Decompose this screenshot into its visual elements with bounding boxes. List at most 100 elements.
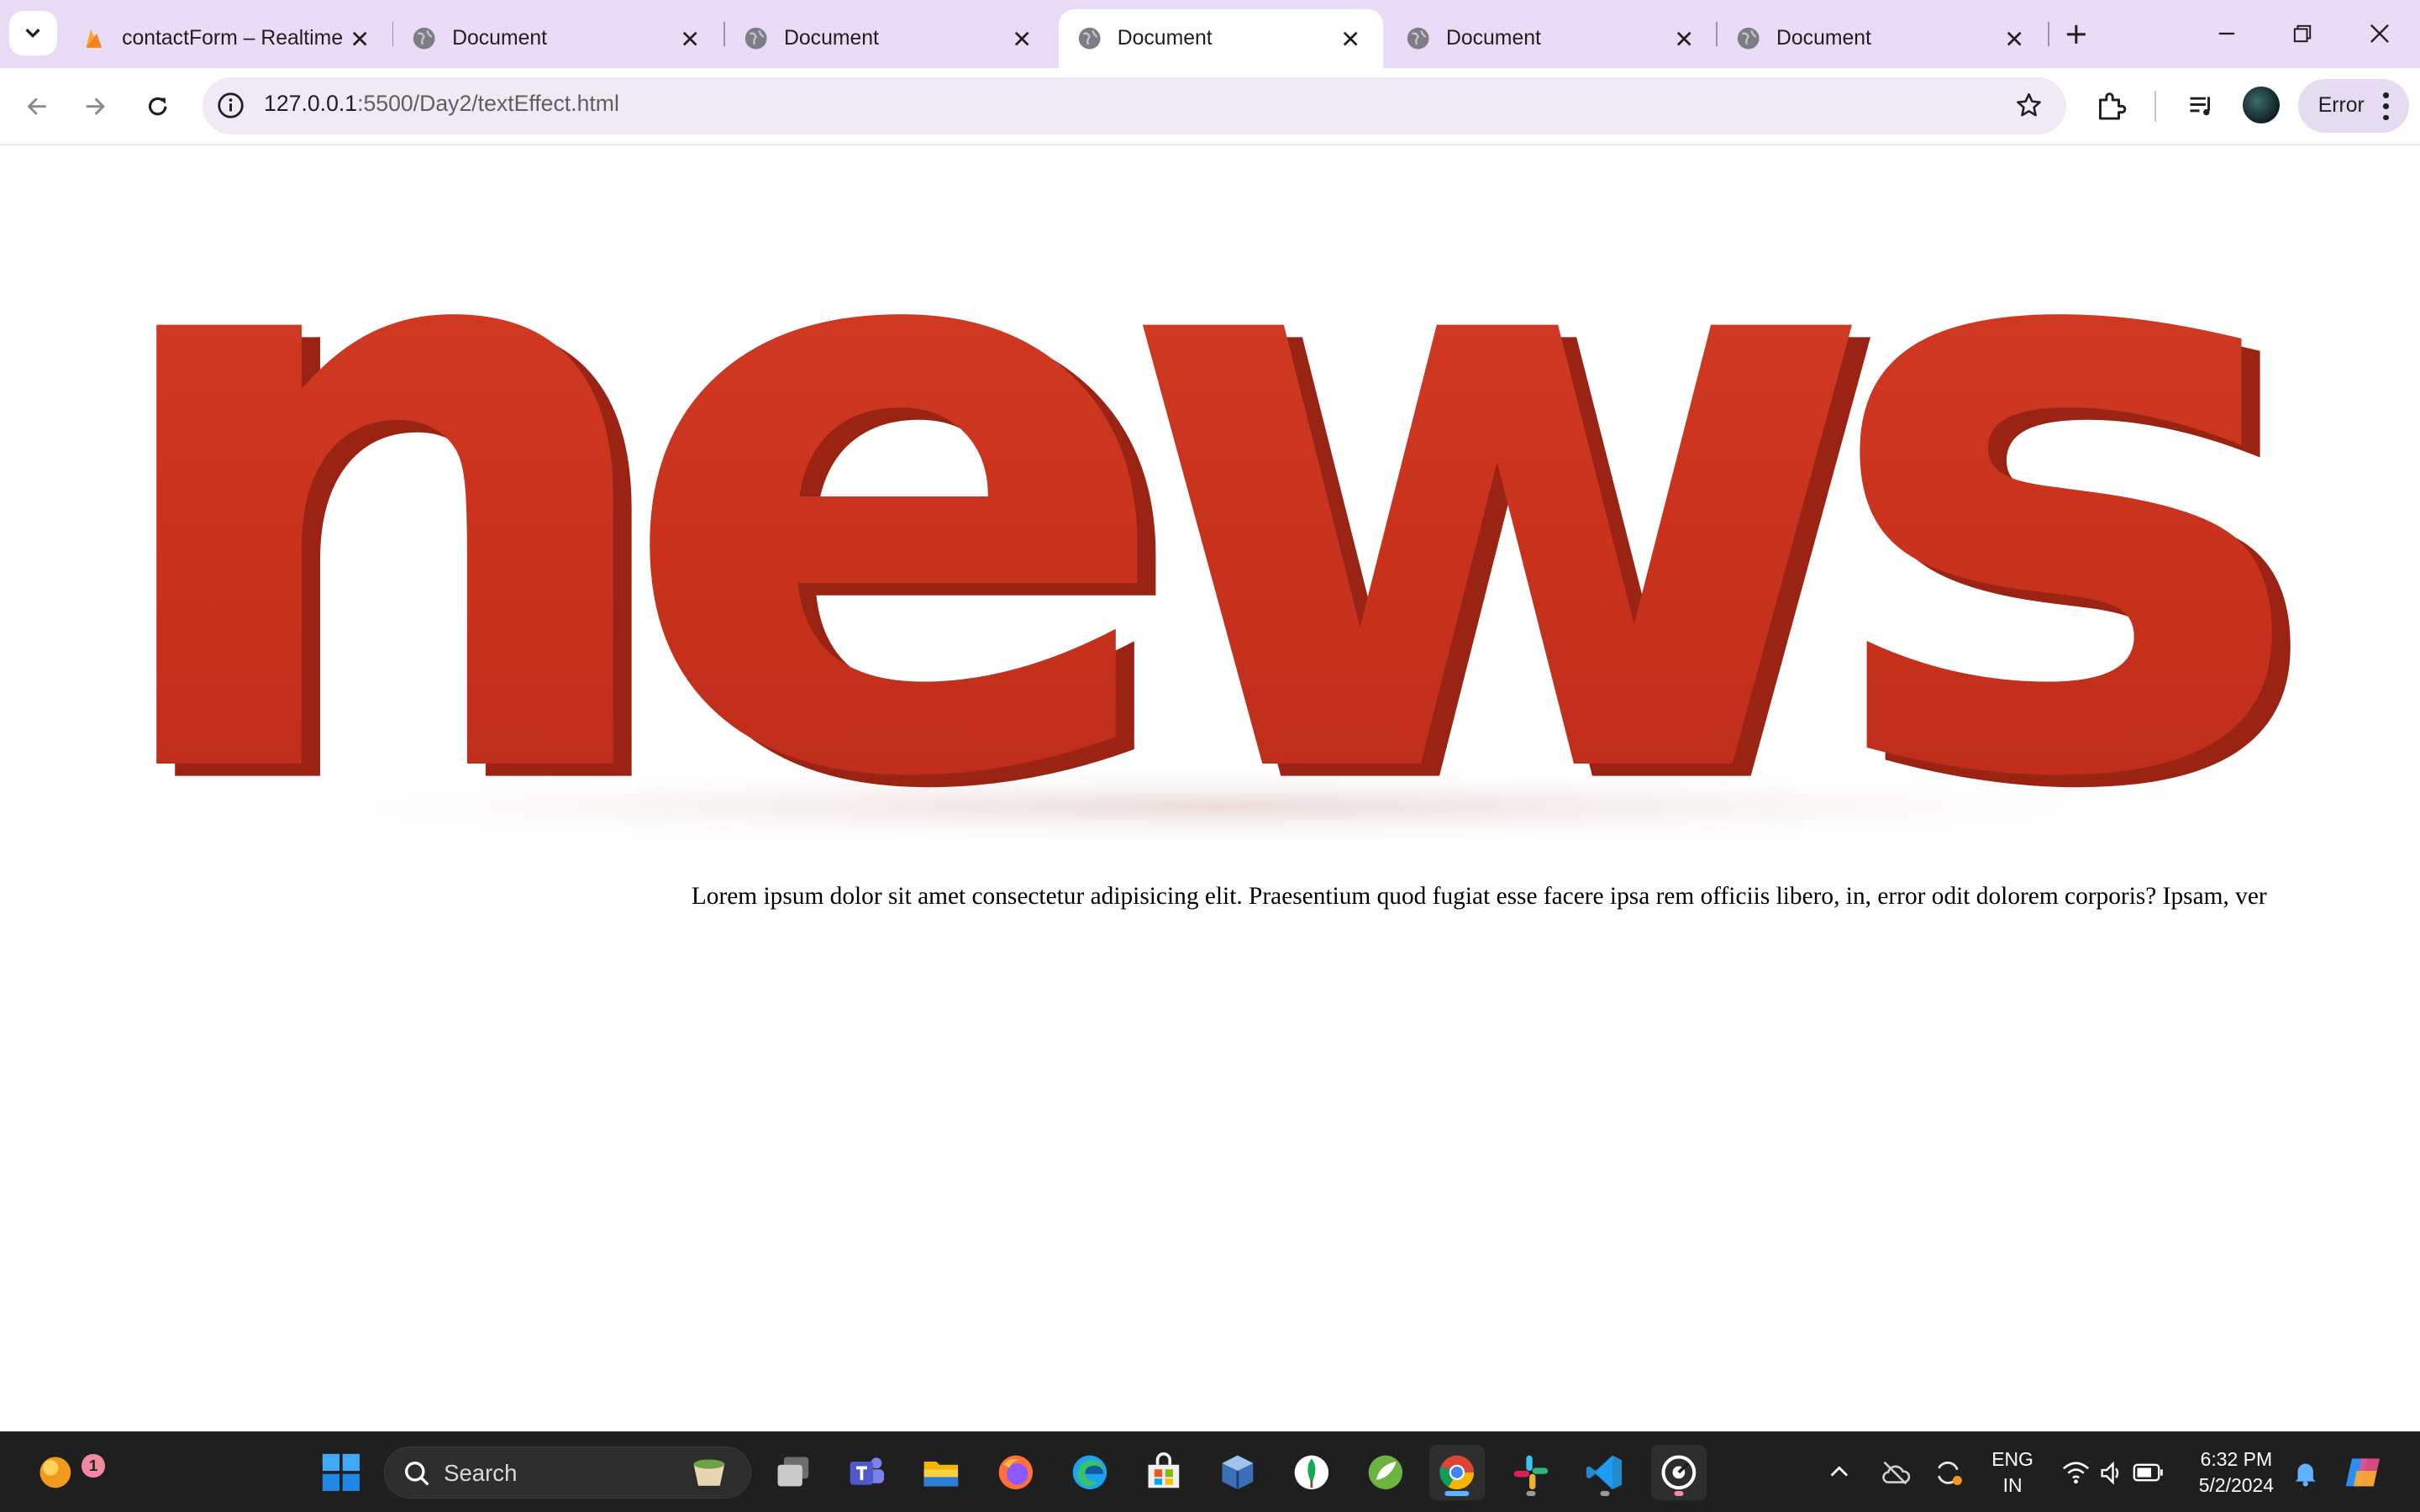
tab-document-active[interactable]: Document: [1058, 9, 1383, 68]
edge-button[interactable]: [1062, 1445, 1118, 1500]
site-info-icon[interactable]: [214, 90, 247, 123]
bell-icon: [2296, 1463, 2316, 1487]
running-app-indicator: [1674, 1491, 1684, 1496]
windows-start-icon: [322, 1454, 360, 1492]
vscode-button[interactable]: [1577, 1445, 1633, 1500]
restore-button[interactable]: [2284, 15, 2321, 52]
globe-icon: [413, 28, 435, 50]
tab-document-4[interactable]: Document: [1387, 9, 1716, 68]
running-app-indicator: [1526, 1491, 1536, 1496]
notifications-button[interactable]: [2287, 1445, 2324, 1500]
search-label: Search: [444, 1459, 518, 1486]
close-icon[interactable]: [345, 24, 373, 52]
virtualbox-icon: [1222, 1455, 1254, 1490]
slack-button[interactable]: [1503, 1445, 1559, 1500]
start-button[interactable]: [313, 1445, 369, 1500]
microsoft-store-icon: [1148, 1452, 1180, 1488]
arrow-left-icon: [27, 97, 47, 115]
tab-contact-form[interactable]: contactForm – Realtime: [63, 9, 392, 68]
tab-document-2[interactable]: Document: [725, 9, 1054, 68]
language-indicator[interactable]: ENG IN: [1983, 1446, 2042, 1499]
tab-search-button[interactable]: [9, 10, 57, 56]
search-highlight-icon: [693, 1459, 725, 1486]
chrome-button[interactable]: [1428, 1445, 1485, 1501]
microsoft-store-button[interactable]: [1136, 1445, 1192, 1500]
slack-icon: [1513, 1455, 1549, 1490]
reload-icon: [148, 97, 167, 116]
show-hidden-icons-button[interactable]: [1813, 1445, 1865, 1500]
clock-date: 5/2/2024: [2198, 1474, 2275, 1497]
browser-toolbar: 127.0.0.1:5500/Day2/textEffect.html Erro…: [0, 67, 2420, 145]
tab-document-1[interactable]: Document: [393, 9, 722, 68]
language-code: ENG: [1991, 1447, 2033, 1470]
close-icon[interactable]: [2000, 24, 2028, 52]
weather-icon: [39, 1457, 71, 1488]
battery-icon: [2133, 1463, 2164, 1482]
close-icon[interactable]: [1337, 24, 1365, 52]
bookmark-star-icon[interactable]: [2012, 90, 2045, 123]
teams-button[interactable]: [839, 1445, 895, 1500]
close-icon: [2370, 24, 2390, 44]
profile-avatar[interactable]: [2242, 86, 2280, 123]
extensions-icon[interactable]: [2090, 85, 2133, 128]
sync-icon: [1937, 1461, 1962, 1485]
file-explorer-button[interactable]: [913, 1445, 969, 1500]
profile-error-button[interactable]: Error: [2297, 78, 2410, 133]
close-icon[interactable]: [676, 24, 703, 52]
onedrive-button[interactable]: [1869, 1445, 1921, 1500]
more-menu-icon[interactable]: [2381, 92, 2391, 121]
close-window-button[interactable]: [2361, 15, 2398, 52]
address-bar[interactable]: 127.0.0.1:5500/Day2/textEffect.html: [202, 76, 2067, 134]
mongodb-icon: [1294, 1455, 1329, 1490]
profile-error-label: Error: [2317, 93, 2365, 117]
windows-taskbar: 1 Search ENG IN 6:32 PM 5/2/2024: [0, 1431, 2420, 1512]
firebase-icon: [86, 29, 103, 48]
mongodb-button[interactable]: [1284, 1445, 1339, 1500]
tab-separator: [2048, 21, 2050, 47]
copilot-button[interactable]: [2337, 1445, 2392, 1500]
sync-status-button[interactable]: [1922, 1445, 1974, 1500]
taskbar-search[interactable]: Search: [384, 1446, 752, 1499]
firefox-button[interactable]: [987, 1445, 1043, 1500]
screen-recorder-button[interactable]: [1651, 1445, 1707, 1501]
url-text[interactable]: 127.0.0.1:5500/Day2/textEffect.html: [264, 91, 619, 117]
chevron-down-icon: [25, 29, 40, 39]
tab-title: Document: [1445, 26, 1541, 50]
teams-icon: [850, 1457, 885, 1485]
minimize-button[interactable]: [2208, 15, 2245, 52]
tab-title: Document: [1776, 26, 1871, 50]
new-tab-button[interactable]: [2057, 15, 2094, 52]
wifi-icon: [2062, 1461, 2089, 1483]
globe-icon: [1078, 28, 1101, 50]
virtualbox-button[interactable]: [1210, 1445, 1265, 1500]
back-button[interactable]: [15, 85, 58, 128]
clock[interactable]: 6:32 PM 5/2/2024: [2188, 1446, 2284, 1499]
language-region: IN: [2002, 1474, 2023, 1497]
tab-strip: contactForm – Realtime Document Document…: [0, 0, 2420, 68]
running-app-indicator: [1600, 1491, 1610, 1496]
reload-button[interactable]: [136, 85, 179, 128]
screen-recorder-icon: [1661, 1455, 1697, 1490]
paragraph-text: Lorem ipsum dolor sit amet consectetur a…: [691, 882, 2267, 910]
close-icon[interactable]: [1007, 24, 1035, 52]
cloud-off-icon: [1882, 1461, 1911, 1484]
task-view-button[interactable]: [765, 1445, 821, 1500]
forward-button[interactable]: [74, 85, 117, 128]
tab-title: Document: [452, 26, 548, 50]
plus-icon: [2066, 24, 2086, 44]
close-icon[interactable]: [1670, 24, 1697, 52]
tab-document-5[interactable]: Document: [1718, 9, 2046, 68]
globe-icon: [1738, 28, 1760, 50]
toolbar-separator: [2154, 91, 2156, 123]
notification-badge: 1: [82, 1454, 105, 1478]
spring-tools-button[interactable]: [1358, 1445, 1413, 1500]
edge-icon: [1072, 1455, 1107, 1490]
file-explorer-icon: [924, 1462, 959, 1487]
vscode-icon: [1586, 1455, 1623, 1490]
widgets-button[interactable]: 1: [28, 1445, 105, 1500]
media-control-icon[interactable]: [2179, 85, 2222, 128]
arrow-right-icon: [86, 97, 106, 115]
copilot-icon: [2345, 1458, 2381, 1487]
chrome-icon: [1439, 1455, 1475, 1490]
quick-settings-button[interactable]: [2053, 1445, 2173, 1500]
